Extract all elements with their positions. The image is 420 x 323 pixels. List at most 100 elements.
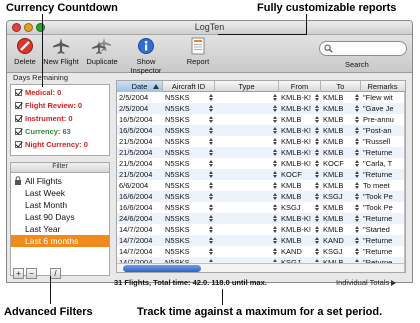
table-row[interactable]: 21/5/2004 N5SKS KMLB-K! KMLB "Russell [117, 136, 405, 147]
search-input[interactable] [319, 41, 407, 56]
table-row[interactable]: 6/6/2004 N5SKS KMLB KMLB To meet [117, 180, 405, 191]
table-row[interactable]: 14/7/2004 N5SKS KMLB KAND "Returne [117, 235, 405, 246]
popup-arrows-icon[interactable] [315, 171, 319, 178]
edit-filter-button[interactable]: / [50, 268, 61, 279]
popup-arrows-icon[interactable] [209, 204, 213, 211]
popup-arrows-icon[interactable] [315, 138, 319, 145]
currency-item-instrument[interactable]: Instrument: 0 [15, 114, 73, 123]
column-header-from[interactable]: From [279, 81, 321, 92]
show-inspector-button[interactable]: Show Inspector [122, 37, 170, 75]
popup-arrows-icon[interactable] [209, 215, 213, 222]
filter-item-last-6-months[interactable]: Last 6 months [11, 235, 109, 247]
popup-arrows-icon[interactable] [273, 204, 277, 211]
popup-arrows-icon[interactable] [355, 127, 359, 134]
popup-arrows-icon[interactable] [209, 127, 213, 134]
popup-arrows-icon[interactable] [209, 248, 213, 255]
table-row[interactable]: 16/5/2004 N5SKS KMLB-K! KMLB "Post-an [117, 125, 405, 136]
popup-arrows-icon[interactable] [355, 204, 359, 211]
popup-arrows-icon[interactable] [209, 226, 213, 233]
popup-arrows-icon[interactable] [209, 171, 213, 178]
popup-arrows-icon[interactable] [315, 94, 319, 101]
column-header-remarks[interactable]: Remarks [361, 81, 404, 92]
table-row[interactable]: 21/5/2004 N5SKS KMLB-K! KMLB "Returne [117, 147, 405, 158]
popup-arrows-icon[interactable] [315, 215, 319, 222]
popup-arrows-icon[interactable] [315, 160, 319, 167]
popup-arrows-icon[interactable] [315, 149, 319, 156]
horizontal-scroll-thumb[interactable] [123, 265, 201, 272]
table-row[interactable]: 2/5/2004 N5SKS KMLB-K! KMLB "Flew wit [117, 92, 405, 103]
popup-arrows-icon[interactable] [209, 193, 213, 200]
currency-item-night-currency[interactable]: Night Currency: 0 [15, 140, 88, 149]
new-flight-button[interactable]: New Flight [41, 37, 81, 71]
popup-arrows-icon[interactable] [209, 105, 213, 112]
delete-button[interactable]: Delete [10, 37, 40, 71]
popup-arrows-icon[interactable] [273, 116, 277, 123]
table-row[interactable]: 14/7/2004 N5SKS KAND KSGJ "Returne [117, 246, 405, 257]
popup-arrows-icon[interactable] [209, 94, 213, 101]
filter-item-last-90-days[interactable]: Last 90 Days [11, 211, 109, 223]
popup-arrows-icon[interactable] [315, 237, 319, 244]
popup-arrows-icon[interactable] [355, 138, 359, 145]
popup-arrows-icon[interactable] [315, 105, 319, 112]
filter-item-last-week[interactable]: Last Week [11, 187, 109, 199]
duplicate-button[interactable]: Duplicate [83, 37, 121, 71]
currency-item-medical[interactable]: Medical: 0 [15, 88, 61, 97]
popup-arrows-icon[interactable] [273, 226, 277, 233]
popup-arrows-icon[interactable] [209, 149, 213, 156]
popup-arrows-icon[interactable] [315, 193, 319, 200]
popup-arrows-icon[interactable] [355, 149, 359, 156]
popup-arrows-icon[interactable] [315, 116, 319, 123]
popup-arrows-icon[interactable] [273, 182, 277, 189]
currency-item-flight-review[interactable]: Flight Review: 0 [15, 101, 82, 110]
table-row[interactable]: 16/6/2004 N5SKS KSGJ KMLB "Took Pe [117, 202, 405, 213]
horizontal-scrollbar[interactable] [117, 263, 404, 272]
popup-arrows-icon[interactable] [355, 237, 359, 244]
popup-arrows-icon[interactable] [355, 160, 359, 167]
popup-arrows-icon[interactable] [315, 248, 319, 255]
popup-arrows-icon[interactable] [209, 160, 213, 167]
popup-arrows-icon[interactable] [273, 215, 277, 222]
popup-arrows-icon[interactable] [273, 94, 277, 101]
popup-arrows-icon[interactable] [273, 149, 277, 156]
filter-item-all-flights[interactable]: All Flights [11, 175, 109, 187]
popup-arrows-icon[interactable] [355, 182, 359, 189]
currency-item-currency[interactable]: Currency: 63 [15, 127, 71, 136]
table-row[interactable]: 21/5/2004 N5SKS KMLB-K! KOCF "Carla, T [117, 158, 405, 169]
column-header-to[interactable]: To [321, 81, 361, 92]
popup-arrows-icon[interactable] [315, 204, 319, 211]
column-header-aircraft-id[interactable]: Aircraft ID [163, 81, 215, 92]
popup-arrows-icon[interactable] [209, 116, 213, 123]
table-row[interactable]: 14/7/2004 N5SKS KMLB-K! KMLB "Started [117, 224, 405, 235]
remove-filter-button[interactable]: − [26, 268, 37, 279]
add-filter-button[interactable]: + [13, 268, 24, 279]
report-button[interactable]: Report [183, 37, 213, 71]
popup-arrows-icon[interactable] [315, 127, 319, 134]
popup-arrows-icon[interactable] [273, 193, 277, 200]
popup-arrows-icon[interactable] [273, 160, 277, 167]
popup-arrows-icon[interactable] [355, 116, 359, 123]
popup-arrows-icon[interactable] [273, 248, 277, 255]
popup-arrows-icon[interactable] [355, 193, 359, 200]
popup-arrows-icon[interactable] [273, 105, 277, 112]
popup-arrows-icon[interactable] [273, 237, 277, 244]
table-row[interactable]: 16/5/2004 N5SKS KMLB KMLB Pre-annu [117, 114, 405, 125]
vertical-scrollbar[interactable] [404, 92, 405, 272]
popup-arrows-icon[interactable] [273, 171, 277, 178]
table-row[interactable]: 2/5/2004 N5SKS KMLB-K! KMLB "Gave Je [117, 103, 405, 114]
popup-arrows-icon[interactable] [355, 105, 359, 112]
popup-arrows-icon[interactable] [209, 237, 213, 244]
filter-item-last-month[interactable]: Last Month [11, 199, 109, 211]
filter-item-last-year[interactable]: Last Year [11, 223, 109, 235]
popup-arrows-icon[interactable] [209, 138, 213, 145]
table-row[interactable]: 16/6/2004 N5SKS KMLB KSGJ "Took Pe [117, 191, 405, 202]
popup-arrows-icon[interactable] [315, 182, 319, 189]
column-header-date[interactable]: Date [117, 81, 163, 92]
popup-arrows-icon[interactable] [355, 215, 359, 222]
table-row[interactable]: 24/6/2004 N5SKS KMLB-K! KMLB "Returne [117, 213, 405, 224]
popup-arrows-icon[interactable] [355, 226, 359, 233]
popup-arrows-icon[interactable] [355, 94, 359, 101]
popup-arrows-icon[interactable] [315, 226, 319, 233]
popup-arrows-icon[interactable] [273, 138, 277, 145]
individual-totals-button[interactable]: Individual Totals [336, 278, 397, 287]
popup-arrows-icon[interactable] [273, 127, 277, 134]
